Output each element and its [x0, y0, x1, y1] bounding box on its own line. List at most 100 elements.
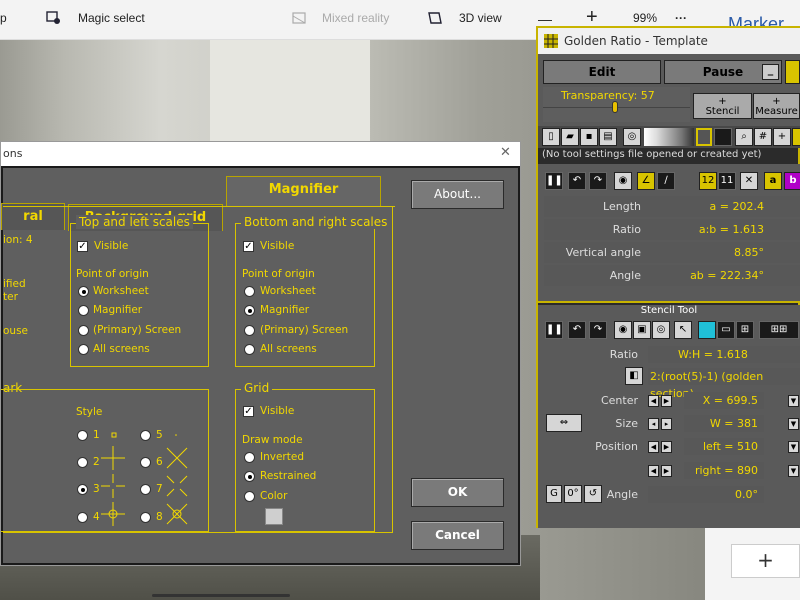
selected-color[interactable]	[696, 128, 712, 146]
origin-radio[interactable]	[78, 305, 89, 316]
measure-button[interactable]: + Measure	[753, 93, 800, 119]
stencil-tool-section: Stencil Tool ❚❚ ↶ ↷ ◉ ▣ ◎ ↖ ▭ ⊞ ⊞⊞ Ratio…	[538, 305, 800, 528]
pause-icon[interactable]: ❚❚	[545, 172, 563, 190]
right-arrow-icon[interactable]: ▶	[661, 465, 672, 477]
zoom-out-button[interactable]: —	[538, 11, 552, 27]
close-icon[interactable]: ✕	[500, 145, 511, 160]
style-radio[interactable]	[140, 430, 151, 441]
style-radio[interactable]	[140, 512, 151, 523]
shrink-icon[interactable]: ◂	[648, 418, 659, 430]
black-color-icon[interactable]	[714, 128, 732, 146]
ratio-11-button[interactable]: 11	[718, 172, 736, 190]
transparency-slider[interactable]: Transparency: 57	[543, 87, 690, 122]
row-label: Length	[603, 200, 641, 213]
tab-general[interactable]: ral	[1, 203, 65, 230]
down-arrow-icon[interactable]: ▼	[788, 395, 799, 407]
tab-magnifier[interactable]: Magnifier	[226, 176, 381, 206]
color-swatches[interactable]	[644, 128, 694, 146]
pause-icon[interactable]: ❚❚	[545, 321, 563, 339]
center-label: Center	[600, 394, 638, 407]
draw-mode-radio[interactable]	[244, 471, 255, 482]
visible-checkbox[interactable]: ✓	[77, 241, 88, 252]
style-radio[interactable]	[77, 484, 88, 495]
origin-radio[interactable]	[78, 344, 89, 355]
edit-button[interactable]: Edit	[543, 60, 661, 84]
about-button[interactable]: About...	[411, 180, 504, 209]
draw-mode-radio[interactable]	[244, 491, 255, 502]
open-folder-icon[interactable]: ▰	[561, 128, 579, 146]
mixed-reality-icon	[292, 12, 306, 24]
quad-icon[interactable]: ⊞	[736, 321, 754, 339]
down-arrow-icon[interactable]: ▼	[788, 465, 799, 477]
minimize-button[interactable]: _	[762, 64, 779, 80]
center-icon[interactable]: ▣	[633, 321, 651, 339]
cancel-button[interactable]: Cancel	[411, 521, 504, 550]
angle-tool-icon[interactable]: ∠	[637, 172, 655, 190]
undo-icon[interactable]: ↶	[568, 321, 586, 339]
more-button[interactable]: ···	[675, 11, 687, 25]
target-icon[interactable]: ◉	[614, 172, 632, 190]
down-arrow-icon[interactable]: ▼	[788, 441, 799, 453]
origin-radio[interactable]	[244, 286, 255, 297]
mixed-reality-button[interactable]: Mixed reality	[322, 11, 389, 25]
line-tool-icon[interactable]: ∕	[657, 172, 675, 190]
style-radio[interactable]	[77, 430, 88, 441]
style-radio[interactable]	[77, 457, 88, 468]
a-button[interactable]: a	[764, 172, 782, 190]
right-arrow-icon[interactable]: ▶	[661, 395, 672, 407]
style-radio[interactable]	[140, 457, 151, 468]
crosshair-icon[interactable]: +	[773, 128, 791, 146]
b-button[interactable]: b	[784, 172, 800, 190]
close-x-icon[interactable]: ✕	[740, 172, 758, 190]
add-button[interactable]: +	[731, 544, 800, 578]
ratio-12-button[interactable]: 12	[699, 172, 717, 190]
magnifier-icon[interactable]: ⌕	[735, 128, 753, 146]
grid-layout-icon[interactable]: ⊞⊞	[759, 321, 799, 339]
origin-radio[interactable]	[244, 305, 255, 316]
grid-icon[interactable]: #	[754, 128, 772, 146]
grid-color-swatch[interactable]	[265, 508, 283, 525]
magic-select-button[interactable]: Magic select	[78, 11, 145, 25]
slider-thumb[interactable]	[612, 101, 618, 113]
redo-icon[interactable]: ↷	[589, 321, 607, 339]
visible-checkbox[interactable]: ✓	[243, 406, 254, 417]
dialog-titlebar: ons ✕	[1, 142, 520, 166]
close-button[interactable]	[785, 60, 800, 84]
horizontal-scrollbar[interactable]	[152, 594, 290, 597]
camera-icon[interactable]: ◎	[623, 128, 641, 146]
3d-view-button[interactable]: 3D view	[459, 11, 502, 25]
target-icon[interactable]: ◉	[614, 321, 632, 339]
right-arrow-icon[interactable]: ▶	[661, 441, 672, 453]
cut-label[interactable]: p	[0, 11, 7, 25]
new-file-icon[interactable]: ▯	[542, 128, 560, 146]
origin-radio[interactable]	[244, 344, 255, 355]
pointer-icon[interactable]: ↖	[674, 321, 692, 339]
save-icon[interactable]: ▪	[580, 128, 598, 146]
transparency-label: Transparency: 57	[561, 89, 655, 102]
ellipse-icon[interactable]: ◎	[652, 321, 670, 339]
cyan-color-icon[interactable]	[698, 321, 716, 339]
style-radio[interactable]	[77, 512, 88, 523]
origin-radio[interactable]	[78, 286, 89, 297]
origin-radio[interactable]	[78, 325, 89, 336]
style-radio[interactable]	[140, 484, 151, 495]
size-down-icon[interactable]: ▼	[788, 418, 799, 430]
row-value: a = 202.4	[709, 200, 764, 213]
origin-radio[interactable]	[244, 325, 255, 336]
stencil-button[interactable]: + Stencil	[693, 93, 752, 119]
mark-style-4-icon	[101, 502, 125, 526]
split-icon[interactable]: ▭	[717, 321, 735, 339]
origin-option: (Primary) Screen	[93, 324, 182, 336]
ratio-preset-icon[interactable]: ◧	[625, 367, 643, 385]
redo-icon[interactable]: ↷	[589, 172, 607, 190]
ok-button[interactable]: OK	[411, 478, 504, 507]
print-icon[interactable]: ▤	[599, 128, 617, 146]
undo-icon[interactable]: ↶	[568, 172, 586, 190]
grow-icon[interactable]: ▸	[661, 418, 672, 430]
left-arrow-icon[interactable]: ◀	[648, 465, 659, 477]
left-arrow-icon[interactable]: ◀	[648, 441, 659, 453]
visible-checkbox[interactable]: ✓	[243, 241, 254, 252]
left-arrow-icon[interactable]: ◀	[648, 395, 659, 407]
draw-mode-radio[interactable]	[244, 452, 255, 463]
more-tools-icon[interactable]	[792, 128, 800, 146]
